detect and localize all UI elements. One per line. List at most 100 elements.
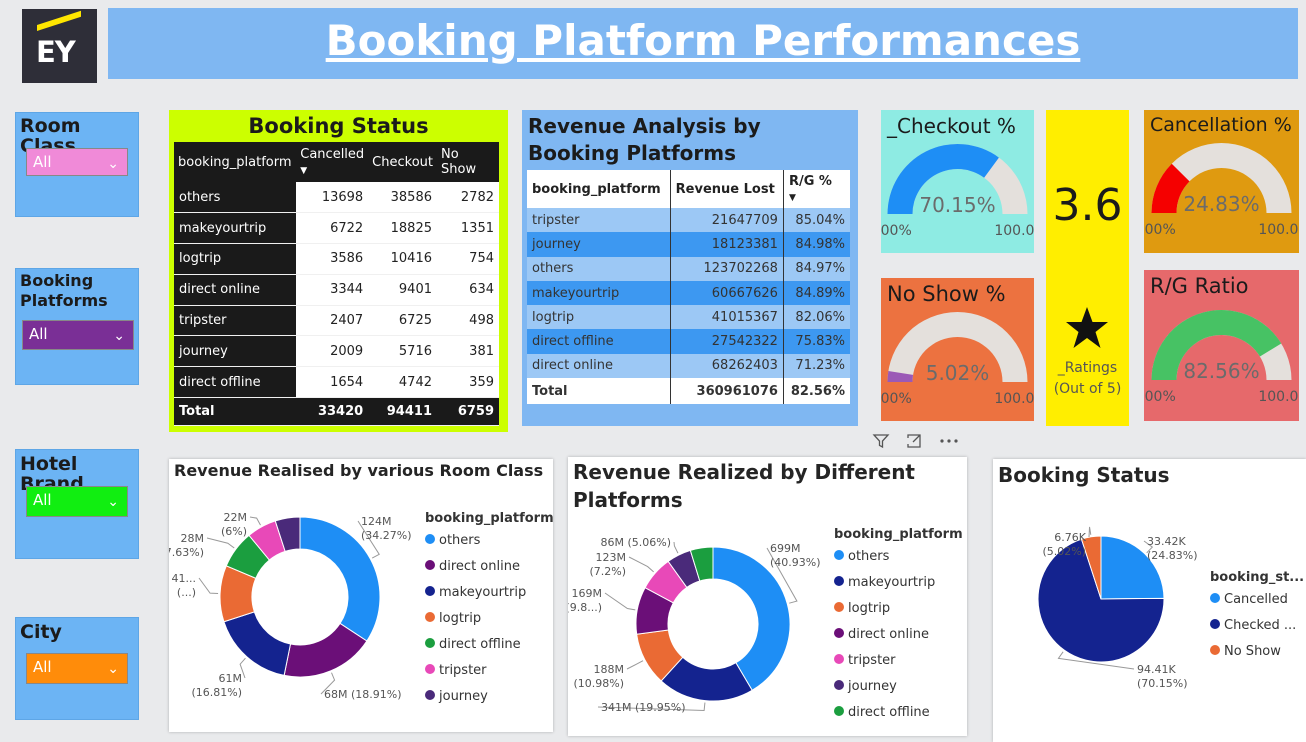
table-row[interactable]: logtrip 41015367 82.06% <box>527 305 850 330</box>
label-leader <box>626 660 644 670</box>
label-leader <box>198 577 219 594</box>
value-cell: 2407 <box>296 305 369 337</box>
donut-slice[interactable] <box>223 611 292 676</box>
legend-marker <box>425 690 435 700</box>
data-label: 41... <box>172 572 197 585</box>
legend-marker <box>834 550 844 560</box>
chevron-down-icon: ⌄ <box>107 156 119 172</box>
legend-title: booking_platform <box>425 511 553 526</box>
chevron-down-icon: ⌄ <box>107 661 119 677</box>
value-cell: 60667626 <box>670 280 784 306</box>
label-leader <box>206 537 235 549</box>
table-row[interactable]: makeyourtrip 60667626 84.89% <box>527 280 850 306</box>
column-header[interactable]: booking_platform <box>174 142 297 182</box>
legend-item[interactable]: No Show <box>1224 644 1281 659</box>
legend-item[interactable]: journey <box>847 679 897 694</box>
legend-marker <box>834 680 844 690</box>
table-row[interactable]: direct offline 1654 4742 359 <box>174 366 499 399</box>
column-header[interactable]: R/G % ▼ <box>783 170 850 208</box>
city-dropdown[interactable]: All ⌄ <box>26 653 128 684</box>
value-cell: 18825 <box>368 212 437 245</box>
booking-platforms-dropdown[interactable]: All ⌄ <box>22 320 134 350</box>
column-header[interactable]: Cancelled ▼ <box>296 142 369 182</box>
gauge-svg: 82.56% 0.00% 100.00% <box>1144 310 1299 405</box>
legend-marker <box>1210 645 1220 655</box>
slicer-city: City All ⌄ <box>15 617 139 720</box>
data-label: 169M <box>572 587 603 600</box>
ratings-value: 3.6 <box>1052 180 1123 231</box>
title-banner: Booking Platform Performances <box>108 8 1298 79</box>
legend-marker <box>834 602 844 612</box>
legend-marker <box>834 654 844 664</box>
table-row[interactable]: makeyourtrip 6722 18825 1351 <box>174 212 499 245</box>
column-header[interactable]: Checkout <box>368 142 437 182</box>
legend-item[interactable]: makeyourtrip <box>848 575 935 590</box>
filter-icon[interactable] <box>872 432 890 450</box>
column-header[interactable]: Revenue Lost <box>670 170 784 208</box>
table-row[interactable]: logtrip 3586 10416 754 <box>174 243 499 275</box>
revenue-by-room-class-chart: Revenue Realised by various Room Class 1… <box>169 459 553 732</box>
value-cell: 5716 <box>368 335 437 368</box>
gauge-value: 5.02% <box>926 361 990 385</box>
value-cell: 27542322 <box>670 329 784 354</box>
legend-item[interactable]: direct offline <box>439 637 521 652</box>
legend-item[interactable]: tripster <box>439 663 487 678</box>
chart-svg: 699M(40.93%) 341M (19.95%) 188M(10.98%) 169… <box>568 527 963 720</box>
value-cell: 21647709 <box>670 208 784 233</box>
booking-status-pie-chart: Booking Status 33.42K (24.83%) 94.41K (70.1… <box>993 459 1306 742</box>
legend-item[interactable]: Checked ... <box>1224 618 1296 633</box>
legend-item[interactable]: journey <box>438 689 488 704</box>
column-header[interactable]: No Show <box>437 142 499 182</box>
legend-item[interactable]: Cancelled <box>1224 592 1288 607</box>
table-row[interactable]: journey 18123381 84.98% <box>527 232 850 257</box>
value-cell: 2009 <box>296 335 369 368</box>
legend-item[interactable]: direct offline <box>848 705 930 720</box>
legend-item[interactable]: direct online <box>439 559 520 574</box>
legend-item[interactable]: makeyourtrip <box>439 585 526 600</box>
table-row[interactable]: direct offline 27542322 75.83% <box>527 329 850 354</box>
no-show-gauge-card: No Show %5.02%0.00%100.00% <box>881 278 1034 421</box>
ratings-card: 3.6 _Ratings (Out of 5) <box>1046 110 1129 426</box>
column-header[interactable]: booking_platform <box>527 170 671 208</box>
gauge-max: 100.00% <box>1258 222 1299 238</box>
value-cell: 68262403 <box>670 353 784 379</box>
focus-mode-icon[interactable] <box>905 432 923 450</box>
table-row[interactable]: others 123702268 84.97% <box>527 256 850 281</box>
platform-cell: direct offline <box>174 366 297 399</box>
table-row[interactable]: tripster 21647709 85.04% <box>527 208 850 233</box>
data-label: (40.93%) <box>770 556 821 569</box>
hotel-brand-dropdown[interactable]: All ⌄ <box>26 486 128 517</box>
table-row[interactable]: tripster 2407 6725 498 <box>174 305 499 337</box>
room-class-dropdown[interactable]: All ⌄ <box>26 148 128 176</box>
value-cell: 6722 <box>296 212 369 245</box>
total-label: Total <box>527 378 671 405</box>
table-row[interactable]: direct online 3344 9401 634 <box>174 274 499 306</box>
legend-item[interactable]: logtrip <box>848 601 890 616</box>
legend-item[interactable]: logtrip <box>439 611 481 626</box>
legend-item[interactable]: others <box>439 533 481 548</box>
value-cell: 6725 <box>368 305 437 337</box>
legend-item[interactable]: direct online <box>848 627 929 642</box>
table-row[interactable]: direct online 68262403 71.23% <box>527 353 850 379</box>
legend-item[interactable]: others <box>848 549 890 564</box>
value-cell: 498 <box>437 305 499 337</box>
table-row[interactable]: others 13698 38586 2782 <box>174 182 499 214</box>
platform-cell: direct online <box>527 353 671 379</box>
platform-cell: others <box>174 182 297 214</box>
platform-cell: direct offline <box>527 329 671 354</box>
revenue-analysis-title: Revenue Analysis by Booking Platforms <box>528 114 761 165</box>
value-cell: 41015367 <box>670 305 784 330</box>
chevron-down-icon: ⌄ <box>107 494 119 510</box>
legend-item[interactable]: tripster <box>848 653 896 668</box>
more-options-icon[interactable] <box>938 432 960 450</box>
value-cell: 9401 <box>368 274 437 306</box>
revenue-analysis-table: booking_platform Revenue Lost R/G % ▼ tri… <box>527 170 850 405</box>
gauge-max: 100.00% <box>994 223 1034 239</box>
platform-cell: tripster <box>174 305 297 337</box>
total-cell: 94411 <box>368 397 437 427</box>
table-row[interactable]: journey 2009 5716 381 <box>174 335 499 368</box>
value-cell: 634 <box>437 274 499 306</box>
gauge-max: 100.00% <box>1258 389 1299 405</box>
gauge-min: 0.00% <box>1144 222 1176 238</box>
logo-beam <box>37 10 81 31</box>
